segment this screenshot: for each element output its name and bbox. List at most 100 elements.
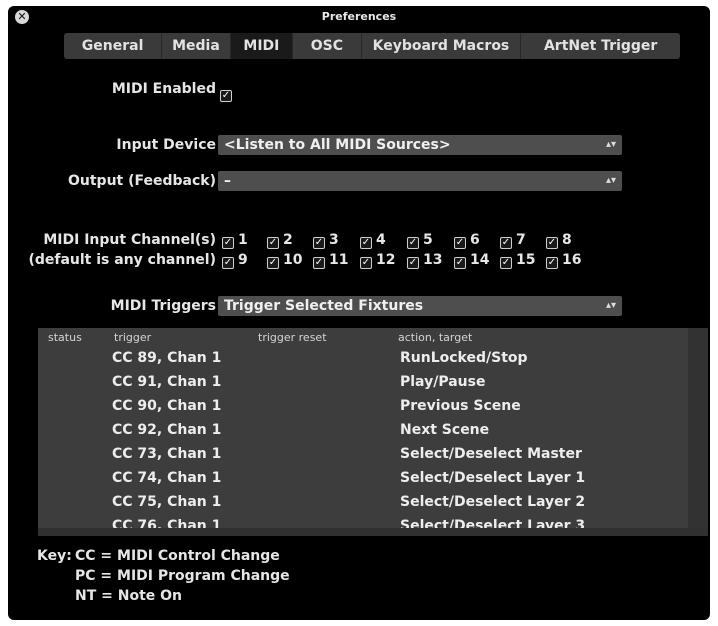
- midi-triggers-label: MIDI Triggers: [110, 298, 216, 314]
- tab-keyboard-macros[interactable]: Keyboard Macros: [362, 33, 522, 59]
- channel-16-checkbox[interactable]: ✓ 16: [546, 252, 581, 269]
- check-icon: ✓: [407, 237, 419, 249]
- channel-12-checkbox[interactable]: ✓ 12: [360, 252, 395, 269]
- check-icon: ✓: [360, 237, 372, 249]
- channel-15-checkbox[interactable]: ✓ 15: [500, 252, 535, 269]
- channel-10-checkbox[interactable]: ✓ 10: [267, 252, 302, 269]
- channel-7-checkbox[interactable]: ✓ 7: [500, 232, 526, 249]
- output-feedback-value: –: [224, 173, 231, 189]
- check-icon: ✓: [313, 237, 325, 249]
- tab-media[interactable]: Media: [162, 33, 231, 59]
- output-feedback-popup[interactable]: – ▴▾: [218, 171, 622, 191]
- key-line-pc: PC = MIDI Program Change: [75, 568, 290, 584]
- input-device-value: <Listen to All MIDI Sources>: [224, 137, 451, 153]
- channel-label: 8: [562, 232, 572, 248]
- channel-9-checkbox[interactable]: ✓ 9: [222, 252, 248, 269]
- channel-2-checkbox[interactable]: ✓ 2: [267, 232, 293, 249]
- channel-4-checkbox[interactable]: ✓ 4: [360, 232, 386, 249]
- vertical-scrollbar[interactable]: [688, 328, 708, 536]
- channel-label: 9: [238, 252, 248, 268]
- channel-label: 12: [376, 252, 396, 268]
- channel-5-checkbox[interactable]: ✓ 5: [407, 232, 433, 249]
- tab-bar: General Media MIDI OSC Keyboard Macros A…: [64, 33, 680, 59]
- channel-8-checkbox[interactable]: ✓ 8: [546, 232, 572, 249]
- action-cell: Select/Deselect Layer 1: [400, 470, 586, 486]
- trigger-cell: CC 91, Chan 1: [112, 374, 222, 390]
- channel-label: 5: [423, 232, 433, 248]
- check-icon: ✓: [267, 257, 279, 269]
- table-row[interactable]: CC 73, Chan 1 Select/Deselect Master: [38, 442, 708, 466]
- column-trigger-reset[interactable]: trigger reset: [258, 331, 327, 344]
- check-icon: ✓: [546, 257, 558, 269]
- midi-triggers-popup[interactable]: Trigger Selected Fixtures ▴▾: [218, 296, 622, 316]
- action-cell: Next Scene: [400, 422, 490, 438]
- default-channel-label: (default is any channel): [28, 252, 216, 268]
- trigger-table[interactable]: status trigger trigger reset action, tar…: [38, 328, 708, 536]
- check-icon: ✓: [500, 257, 512, 269]
- channel-3-checkbox[interactable]: ✓ 3: [313, 232, 339, 249]
- window-title: Preferences: [321, 10, 397, 23]
- output-feedback-label: Output (Feedback): [68, 173, 216, 189]
- trigger-cell: CC 90, Chan 1: [112, 398, 222, 414]
- column-status[interactable]: status: [48, 331, 82, 344]
- tab-artnet-trigger[interactable]: ArtNet Trigger: [521, 33, 680, 59]
- tab-general[interactable]: General: [64, 33, 163, 59]
- check-icon: ✓: [407, 257, 419, 269]
- channel-label: 3: [329, 232, 339, 248]
- key-line-cc: CC = MIDI Control Change: [75, 548, 280, 564]
- channel-6-checkbox[interactable]: ✓ 6: [454, 232, 480, 249]
- midi-triggers-value: Trigger Selected Fixtures: [224, 298, 424, 314]
- check-icon: ✓: [220, 90, 232, 102]
- trigger-cell: CC 74, Chan 1: [112, 470, 222, 486]
- preferences-window: ✕ Preferences General Media MIDI OSC Key…: [8, 6, 710, 620]
- trigger-cell: CC 73, Chan 1: [112, 446, 222, 462]
- channel-label: 11: [329, 252, 349, 268]
- action-cell: Play/Pause: [400, 374, 486, 390]
- table-row[interactable]: CC 89, Chan 1 RunLocked/Stop: [38, 346, 708, 370]
- channel-11-checkbox[interactable]: ✓ 11: [313, 252, 348, 269]
- table-header: status trigger trigger reset action, tar…: [38, 328, 708, 346]
- table-row[interactable]: CC 91, Chan 1 Play/Pause: [38, 370, 708, 394]
- trigger-cell: CC 89, Chan 1: [112, 350, 222, 366]
- popup-arrows-icon: ▴▾: [605, 175, 616, 186]
- action-cell: RunLocked/Stop: [400, 350, 528, 366]
- column-action-target[interactable]: action, target: [398, 331, 472, 344]
- check-icon: ✓: [454, 257, 466, 269]
- check-icon: ✓: [222, 257, 234, 269]
- check-icon: ✓: [313, 257, 325, 269]
- key-prefix: Key:: [37, 548, 72, 564]
- midi-enabled-label: MIDI Enabled: [111, 81, 216, 97]
- channel-label: 1: [238, 232, 248, 248]
- channel-label: 13: [423, 252, 443, 268]
- channel-label: 2: [283, 232, 293, 248]
- channel-label: 7: [516, 232, 526, 248]
- popup-arrows-icon: ▴▾: [605, 139, 616, 150]
- table-row[interactable]: CC 75, Chan 1 Select/Deselect Layer 2: [38, 490, 708, 514]
- input-device-popup[interactable]: <Listen to All MIDI Sources> ▴▾: [218, 135, 622, 155]
- midi-enabled-checkbox[interactable]: ✓: [220, 82, 232, 102]
- check-icon: ✓: [546, 237, 558, 249]
- action-cell: Select/Deselect Master: [400, 446, 582, 462]
- tab-midi[interactable]: MIDI: [230, 33, 294, 59]
- horizontal-scrollbar[interactable]: [38, 528, 708, 536]
- channel-label: 14: [470, 252, 490, 268]
- check-icon: ✓: [267, 237, 279, 249]
- channel-label: 10: [283, 252, 303, 268]
- table-row[interactable]: CC 90, Chan 1 Previous Scene: [38, 394, 708, 418]
- trigger-cell: CC 92, Chan 1: [112, 422, 222, 438]
- table-row[interactable]: CC 74, Chan 1 Select/Deselect Layer 1: [38, 466, 708, 490]
- channel-label: 4: [376, 232, 386, 248]
- channel-14-checkbox[interactable]: ✓ 14: [454, 252, 489, 269]
- channel-1-checkbox[interactable]: ✓ 1: [222, 232, 248, 249]
- action-cell: Previous Scene: [400, 398, 521, 414]
- channel-13-checkbox[interactable]: ✓ 13: [407, 252, 442, 269]
- channel-label: 15: [516, 252, 536, 268]
- check-icon: ✓: [454, 237, 466, 249]
- input-device-label: Input Device: [116, 137, 216, 153]
- column-trigger[interactable]: trigger: [114, 331, 151, 344]
- check-icon: ✓: [222, 237, 234, 249]
- table-row[interactable]: CC 92, Chan 1 Next Scene: [38, 418, 708, 442]
- tab-osc[interactable]: OSC: [293, 33, 362, 59]
- channel-label: 6: [470, 232, 480, 248]
- key-line-nt: NT = Note On: [75, 588, 183, 604]
